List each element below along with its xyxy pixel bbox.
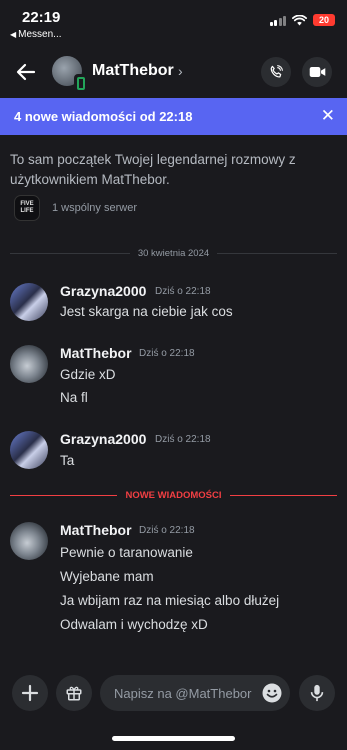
wifi-icon	[292, 14, 307, 25]
chevron-right-icon[interactable]: ›	[178, 63, 183, 79]
message-text[interactable]: Ja wbijam raz na miesiąc albo dłużej	[60, 593, 279, 608]
gift-icon	[66, 686, 82, 701]
page-title[interactable]: MatThebor	[92, 62, 174, 80]
status-icons: 20	[269, 14, 335, 26]
plus-icon	[21, 684, 39, 702]
avatar[interactable]	[52, 56, 87, 92]
battery-icon: 20	[313, 14, 335, 26]
message-composer: Napisz na @MatThebor	[0, 668, 347, 718]
message-text[interactable]: Na fl	[60, 390, 88, 405]
new-messages-divider-label: NOWE WIADOMOŚCI	[125, 489, 222, 501]
message-timestamp: Dziś o 22:18	[139, 525, 195, 536]
message-timestamp: Dziś o 22:18	[139, 348, 195, 359]
server-icon: FIVE LIFE	[14, 195, 40, 221]
home-indicator[interactable]	[112, 736, 235, 741]
avatar[interactable]	[10, 283, 48, 321]
new-messages-divider: NOWE WIADOMOŚCI	[10, 488, 337, 502]
message-author[interactable]: Grazyna2000	[60, 431, 146, 447]
message-text[interactable]: Gdzie xD	[60, 367, 116, 382]
avatar[interactable]	[10, 431, 48, 469]
avatar[interactable]	[10, 522, 48, 560]
status-back-to-app[interactable]: ◀ Messen...	[10, 29, 62, 40]
message-input[interactable]: Napisz na @MatThebor	[100, 675, 290, 711]
message-author[interactable]: MatThebor	[60, 345, 132, 361]
close-icon[interactable]: ✕	[321, 106, 335, 126]
conversation-intro-text: To sam początek Twojej legendarnej rozmo…	[10, 152, 296, 187]
new-messages-banner-text[interactable]: 4 nowe wiadomości od 22:18	[14, 109, 192, 124]
message-text[interactable]: Jest skarga na ciebie jak cos	[60, 304, 233, 319]
message-author[interactable]: MatThebor	[60, 522, 132, 538]
call-button[interactable]	[261, 57, 291, 87]
add-attachment-button[interactable]	[12, 675, 48, 711]
gift-button[interactable]	[56, 675, 92, 711]
mutual-servers[interactable]: FIVE LIFE 1 wspólny serwer	[14, 195, 137, 221]
status-back-label: Messen...	[18, 29, 62, 40]
back-arrow-icon[interactable]	[14, 60, 38, 84]
avatar[interactable]	[10, 345, 48, 383]
microphone-icon	[310, 684, 324, 702]
message-timestamp: Dziś o 22:18	[155, 434, 211, 445]
message-timestamp: Dziś o 22:18	[155, 286, 211, 297]
status-bar: 22:19 ◀ Messen... 20	[0, 0, 347, 46]
mutual-servers-label: 1 wspólny serwer	[52, 202, 137, 214]
message-text[interactable]: Ta	[60, 453, 74, 468]
date-divider-label: 30 kwietnia 2024	[137, 247, 210, 259]
message-text[interactable]: Wyjebane mam	[60, 569, 154, 584]
video-call-button[interactable]	[302, 57, 332, 87]
emoji-icon[interactable]	[262, 683, 282, 703]
message-text[interactable]: Odwalam i wychodzę xD	[60, 617, 208, 632]
message-text[interactable]: Pewnie o taranowanie	[60, 545, 193, 560]
message-author[interactable]: Grazyna2000	[60, 283, 146, 299]
status-time: 22:19	[22, 9, 61, 26]
signal-icon	[269, 15, 286, 26]
message-input-placeholder: Napisz na @MatThebor	[114, 686, 252, 701]
voice-message-button[interactable]	[299, 675, 335, 711]
phone-icon	[270, 65, 283, 78]
mobile-status-icon	[74, 74, 87, 92]
back-triangle-icon: ◀	[10, 30, 17, 39]
new-messages-banner[interactable]: 4 nowe wiadomości od 22:18 ✕	[0, 98, 347, 135]
video-camera-icon	[309, 67, 325, 77]
date-divider: 30 kwietnia 2024	[10, 246, 337, 260]
chat-header: MatThebor ›	[0, 48, 347, 96]
